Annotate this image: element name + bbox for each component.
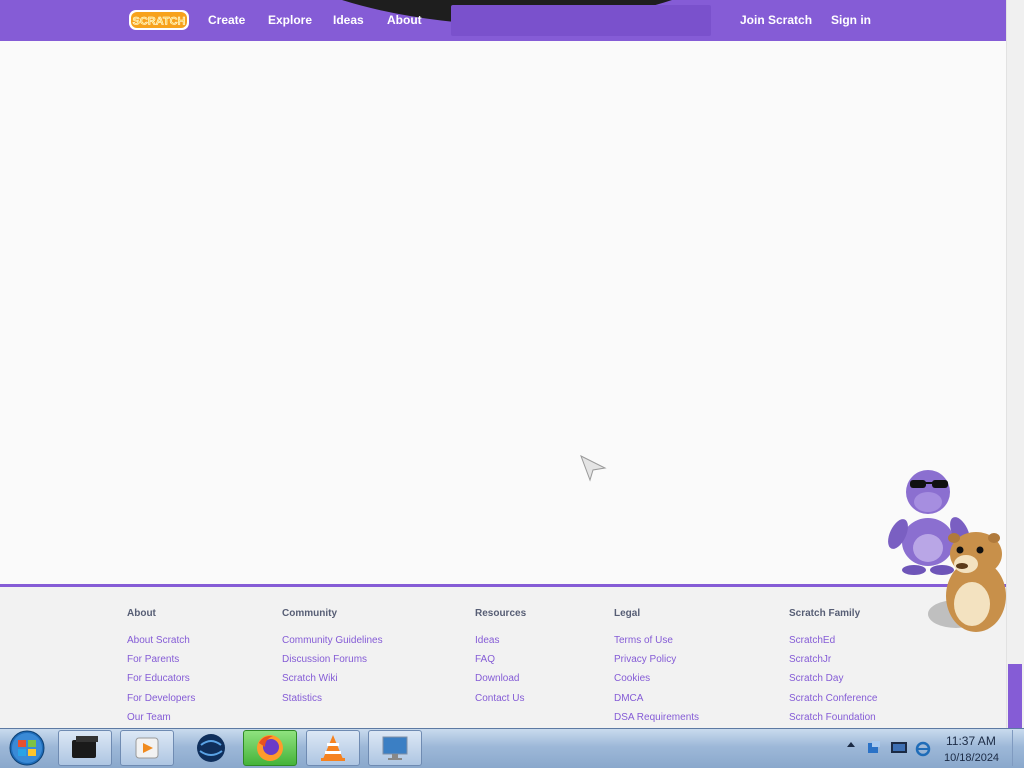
show-hidden-icons-icon[interactable] bbox=[846, 738, 856, 752]
footer-link[interactable]: Scratch Foundation bbox=[789, 708, 877, 727]
footer-heading: Legal bbox=[614, 608, 641, 619]
footer-link[interactable]: FAQ bbox=[475, 650, 526, 669]
clock-time[interactable]: 11:37 AM bbox=[946, 734, 996, 748]
footer-link[interactable]: DSA Requirements bbox=[614, 708, 699, 727]
media-player-icon bbox=[135, 737, 159, 759]
nav-create[interactable]: Create bbox=[208, 13, 245, 27]
network-icon[interactable] bbox=[866, 740, 882, 756]
globe-icon bbox=[197, 734, 225, 762]
remote-desktop-icon bbox=[382, 736, 408, 760]
nav-explore[interactable]: Explore bbox=[268, 13, 312, 27]
mouse-cursor-icon bbox=[580, 454, 607, 482]
footer-link[interactable]: Our Team bbox=[127, 708, 195, 727]
footer-link[interactable]: Scratch Wiki bbox=[282, 669, 383, 688]
taskbar-app-firefox[interactable] bbox=[243, 730, 297, 766]
footer-link[interactable]: Scratch Day bbox=[789, 669, 877, 688]
footer-link[interactable]: DMCA bbox=[614, 689, 699, 708]
footer-link[interactable]: Cookies bbox=[614, 669, 699, 688]
hamster-character bbox=[928, 532, 1006, 632]
footer-heading: Scratch Family bbox=[789, 608, 861, 619]
logo-text: SCRATCH bbox=[133, 16, 186, 28]
nav-ideas[interactable]: Ideas bbox=[333, 13, 364, 27]
firefox-icon bbox=[257, 735, 283, 761]
footer-heading: About bbox=[127, 608, 156, 619]
footer-link[interactable]: About Scratch bbox=[127, 631, 195, 650]
join-scratch-link[interactable]: Join Scratch bbox=[740, 13, 812, 27]
footer-link[interactable]: Scratch Conference bbox=[789, 689, 877, 708]
footer-link[interactable]: For Parents bbox=[127, 650, 195, 669]
display-icon[interactable] bbox=[890, 740, 908, 756]
footer-col-legal: Legal Terms of Use Privacy Policy Cookie… bbox=[614, 608, 699, 727]
device-manager-icon bbox=[72, 736, 98, 758]
search-area[interactable] bbox=[451, 5, 711, 36]
clock-date[interactable]: 10/18/2024 bbox=[944, 752, 999, 764]
page-content bbox=[0, 41, 1006, 584]
start-button-icon[interactable] bbox=[6, 730, 48, 766]
footer-link[interactable]: Community Guidelines bbox=[282, 631, 383, 650]
footer-col-resources: Resources Ideas FAQ Download Contact Us bbox=[475, 608, 526, 708]
footer-col-about: About About Scratch For Parents For Educ… bbox=[127, 608, 195, 727]
footer-link[interactable]: For Educators bbox=[127, 669, 195, 688]
taskbar-app-device[interactable] bbox=[58, 730, 112, 766]
footer-link[interactable]: Terms of Use bbox=[614, 631, 699, 650]
taskbar-app-vlc[interactable] bbox=[306, 730, 360, 766]
footer-link[interactable]: Privacy Policy bbox=[614, 650, 699, 669]
footer-col-community: Community Community Guidelines Discussio… bbox=[282, 608, 383, 708]
taskbar-app-media-player[interactable] bbox=[120, 730, 174, 766]
footer-heading: Resources bbox=[475, 608, 527, 619]
taskbar-app-remote-desktop[interactable] bbox=[368, 730, 422, 766]
show-desktop-button[interactable] bbox=[1012, 730, 1022, 766]
footer-link[interactable]: For Developers bbox=[127, 689, 195, 708]
footer-heading: Community bbox=[282, 608, 337, 619]
nav-about[interactable]: About bbox=[387, 13, 422, 27]
footer-link[interactable]: Contact Us bbox=[475, 689, 526, 708]
footer-link[interactable]: Download bbox=[475, 669, 526, 688]
scratch-logo[interactable]: SCRATCH bbox=[128, 8, 190, 32]
sign-in-link[interactable]: Sign in bbox=[831, 13, 871, 27]
footer-link[interactable]: Ideas bbox=[475, 631, 526, 650]
footer-col-scratch-family: Scratch Family ScratchEd ScratchJr Scrat… bbox=[789, 608, 877, 727]
scrollbar-thumb[interactable] bbox=[1008, 664, 1022, 728]
footer-link[interactable]: ScratchEd bbox=[789, 631, 877, 650]
footer-link[interactable]: ScratchJr bbox=[789, 650, 877, 669]
footer-link[interactable]: Discussion Forums bbox=[282, 650, 383, 669]
taskbar-app-globe[interactable] bbox=[184, 730, 238, 766]
vlc-icon bbox=[321, 735, 345, 761]
ie-icon[interactable] bbox=[914, 740, 932, 758]
footer-link[interactable]: Statistics bbox=[282, 689, 383, 708]
